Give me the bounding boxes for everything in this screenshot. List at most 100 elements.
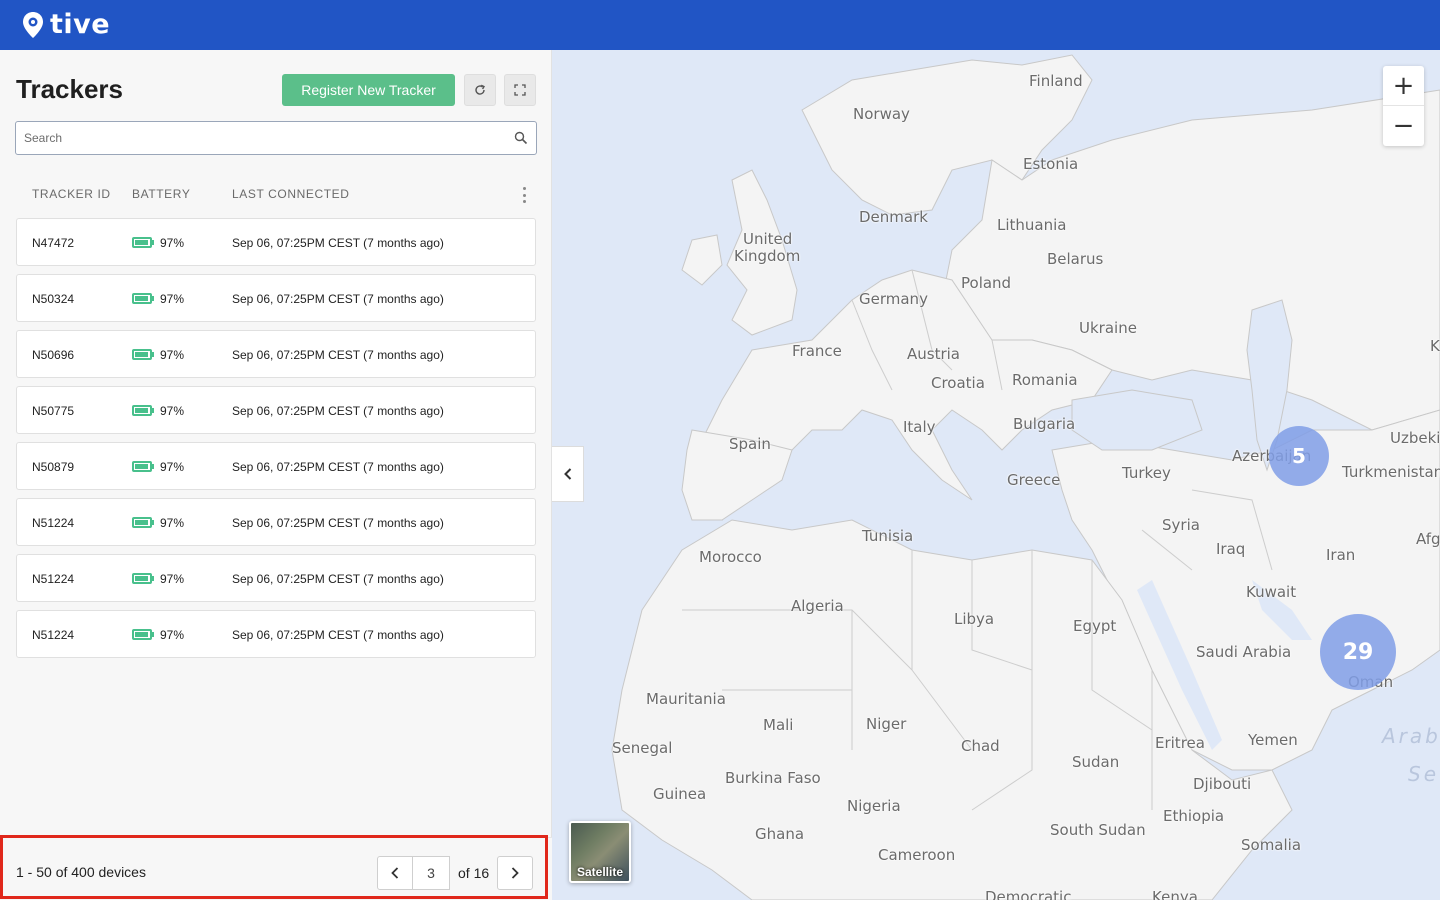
collapse-panel-button[interactable] <box>552 446 584 502</box>
chevron-left-icon <box>391 867 399 879</box>
next-page-button[interactable] <box>497 856 534 890</box>
tracker-cluster[interactable]: 5 <box>1269 426 1329 486</box>
tracker-cluster[interactable]: 29 <box>1320 614 1396 690</box>
map-label: Cameroon <box>878 846 956 864</box>
column-header-last-connected[interactable]: LAST CONNECTED <box>232 187 350 201</box>
last-connected: Sep 06, 07:25PM CEST (7 months ago) <box>232 460 444 474</box>
map-label: Turkmenistan <box>1342 463 1440 481</box>
map-label: Uzbeki <box>1390 429 1440 447</box>
map-label: Djibouti <box>1193 775 1252 793</box>
tracker-id: N51224 <box>32 628 75 642</box>
map-label: Yemen <box>1248 731 1298 749</box>
map-label: Eritrea <box>1155 734 1205 752</box>
map-view[interactable]: Finland Norway Estonia Denmark Lithuania… <box>552 50 1440 900</box>
sea-label: Arab <box>1382 724 1440 748</box>
map-label: Lithuania <box>997 216 1067 234</box>
map-label: Algeria <box>791 597 844 615</box>
map-label: Finland <box>1029 72 1083 90</box>
satellite-toggle[interactable]: Satellite <box>569 821 631 883</box>
pager: of 16 <box>377 856 534 890</box>
map-label: Ethiopia <box>1163 807 1225 825</box>
map-label: Poland <box>961 274 1012 292</box>
table-row[interactable]: N50696 97% Sep 06, 07:25PM CEST (7 month… <box>16 330 536 378</box>
chevron-left-icon <box>563 468 571 480</box>
battery-icon <box>132 461 154 472</box>
tracker-id: N51224 <box>32 572 75 586</box>
map-label: Italy <box>903 418 936 436</box>
map-label: Belarus <box>1047 250 1104 268</box>
table-row[interactable]: N51224 97% Sep 06, 07:25PM CEST (7 month… <box>16 554 536 602</box>
last-connected: Sep 06, 07:25PM CEST (7 months ago) <box>232 292 444 306</box>
battery-icon <box>132 517 154 528</box>
map-label: Estonia <box>1023 155 1079 173</box>
trackers-panel: Trackers Register New Tracker TRACKER ID… <box>0 50 552 900</box>
table-row[interactable]: N47472 97% Sep 06, 07:25PM CEST (7 month… <box>16 218 536 266</box>
search-input[interactable] <box>16 122 506 154</box>
refresh-icon <box>475 84 485 95</box>
top-bar: tive <box>0 0 1440 50</box>
map-label: Morocco <box>699 548 762 566</box>
map-label: Syria <box>1162 516 1200 534</box>
fullscreen-button[interactable] <box>504 74 536 106</box>
table-row[interactable]: N50324 97% Sep 06, 07:25PM CEST (7 month… <box>16 274 536 322</box>
map-label: Germany <box>859 290 928 308</box>
tracker-id: N51224 <box>32 516 75 530</box>
zoom-out-button[interactable]: − <box>1383 106 1424 146</box>
tracker-id: N50324 <box>32 292 75 306</box>
column-header-tracker-id[interactable]: TRACKER ID <box>32 187 111 201</box>
map-label: Kingdom <box>734 247 801 265</box>
map-label: United <box>743 230 793 248</box>
map-label: South Sudan <box>1050 821 1146 839</box>
battery-level: 97% <box>160 236 185 250</box>
map-label: Afg <box>1416 530 1440 548</box>
map-label: France <box>792 342 842 360</box>
map-label: Bulgaria <box>1013 415 1076 433</box>
tracker-id: N47472 <box>32 236 75 250</box>
total-pages: of 16 <box>458 865 490 881</box>
battery-icon <box>132 629 154 640</box>
table-row[interactable]: N51224 97% Sep 06, 07:25PM CEST (7 month… <box>16 498 536 546</box>
battery-level: 97% <box>160 348 185 362</box>
page-number-input[interactable] <box>413 856 450 890</box>
register-new-tracker-button[interactable]: Register New Tracker <box>282 74 455 106</box>
page-title: Trackers <box>16 74 123 104</box>
map-label: Tunisia <box>862 527 914 545</box>
column-header-battery[interactable]: BATTERY <box>132 187 190 201</box>
table-header: TRACKER ID BATTERY LAST CONNECTED <box>16 187 536 203</box>
battery-icon <box>132 293 154 304</box>
more-options-icon[interactable] <box>520 186 528 204</box>
sea-label: Se <box>1408 762 1439 786</box>
battery-icon <box>132 405 154 416</box>
map-label: Kuwait <box>1246 583 1297 601</box>
previous-page-button[interactable] <box>377 856 413 890</box>
zoom-in-button[interactable]: + <box>1383 66 1424 106</box>
map-label: Democratic <box>985 888 1072 900</box>
table-row[interactable]: N50775 97% Sep 06, 07:25PM CEST (7 month… <box>16 386 536 434</box>
location-pin-icon <box>23 12 43 38</box>
battery-level: 97% <box>160 516 185 530</box>
expand-icon <box>514 84 526 96</box>
table-row[interactable]: N51224 97% Sep 06, 07:25PM CEST (7 month… <box>16 610 536 658</box>
map-label: Burkina Faso <box>725 769 821 787</box>
map-label: Senegal <box>612 739 673 757</box>
refresh-button[interactable] <box>464 74 496 106</box>
map-label: Saudi Arabia <box>1196 643 1292 661</box>
map-label: Turkey <box>1122 464 1171 482</box>
tracker-id: N50696 <box>32 348 75 362</box>
zoom-control: + − <box>1383 66 1424 146</box>
battery-icon <box>132 573 154 584</box>
table-row[interactable]: N50879 97% Sep 06, 07:25PM CEST (7 month… <box>16 442 536 490</box>
battery-level: 97% <box>160 572 185 586</box>
last-connected: Sep 06, 07:25PM CEST (7 months ago) <box>232 628 444 642</box>
map-label: Guinea <box>653 785 707 803</box>
map-label: Kenya <box>1152 888 1198 900</box>
map-label: Croatia <box>931 374 985 392</box>
map-label: Egypt <box>1073 617 1117 635</box>
map-label: Ukraine <box>1079 319 1137 337</box>
tive-logo[interactable]: tive <box>22 10 110 40</box>
map-label: Chad <box>961 737 1000 755</box>
satellite-label: Satellite <box>576 865 624 879</box>
map-label: Sudan <box>1072 753 1120 771</box>
tracker-id: N50775 <box>32 404 75 418</box>
search-icon[interactable] <box>514 131 528 145</box>
